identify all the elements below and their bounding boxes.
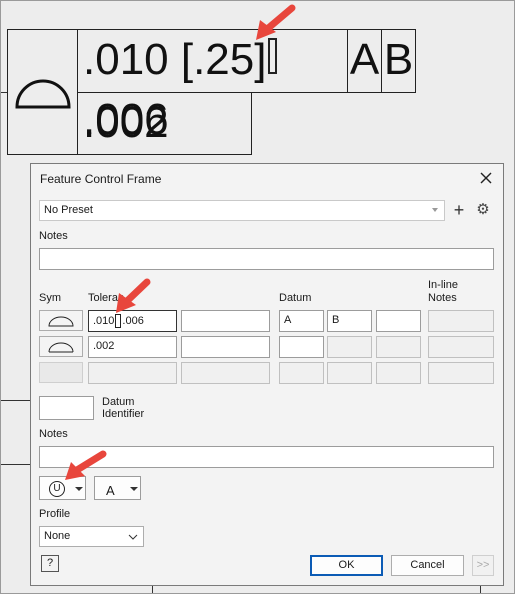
- sym-header: Sym: [39, 292, 61, 304]
- inline-notes-row2: [428, 336, 494, 358]
- profile-label: Profile: [39, 508, 71, 520]
- chevron-down-icon: [432, 208, 438, 212]
- dialog-titlebar: Feature Control Frame: [31, 164, 503, 194]
- datum-1-value: A: [284, 314, 292, 326]
- notes-bottom-label: Notes: [39, 428, 68, 440]
- circled-u-icon: U: [49, 481, 65, 497]
- datum-3-row3: [376, 362, 421, 384]
- datum-1-row3: [279, 362, 324, 384]
- profile-value: None: [44, 530, 71, 542]
- datum-a-cell: A: [347, 29, 382, 93]
- datum-a: A: [349, 35, 380, 84]
- gear-icon[interactable]: ⚙: [475, 202, 491, 218]
- datum-1-row1[interactable]: A: [279, 310, 324, 332]
- profile-of-surface-icon: [15, 79, 71, 109]
- text-cursor-box: [115, 314, 122, 328]
- chevron-down-icon: [130, 487, 138, 491]
- preset-value: No Preset: [44, 204, 93, 216]
- datum-3-row1[interactable]: [376, 310, 421, 332]
- feature-control-frame-dialog: Feature Control Frame No Preset + ⚙ Note…: [30, 163, 504, 586]
- symbol-button-row1[interactable]: [39, 310, 83, 331]
- annotation-arrow-icon: [65, 450, 107, 480]
- drawing-line: [0, 400, 30, 401]
- inline-notes-header: In-line Notes: [428, 279, 458, 304]
- datum-1-row2[interactable]: [279, 336, 324, 358]
- annotation-arrow-icon: [256, 4, 296, 40]
- add-preset-icon[interactable]: +: [452, 201, 466, 219]
- datum-3-row2: [376, 336, 421, 358]
- profile-of-surface-icon: [48, 316, 74, 327]
- inline-notes-row3: [428, 362, 494, 384]
- cancel-button[interactable]: Cancel: [391, 555, 464, 576]
- notes-top-label: Notes: [39, 230, 68, 242]
- chevron-down-icon: [75, 487, 83, 491]
- text-cursor-box: [268, 38, 278, 75]
- tolerance-1-value: .010: [93, 314, 115, 327]
- datum-2-row2: [327, 336, 372, 358]
- row2-tolerance-cell: .002 [.05]: [77, 92, 252, 207]
- tolerance-1-value-suffix: .006: [122, 314, 144, 327]
- profile-of-line-icon: [48, 342, 74, 353]
- chevron-down-icon: [128, 534, 138, 540]
- datum-2-value: B: [332, 314, 340, 326]
- row1-tolerance-cell: .010 [.25].006: [77, 29, 348, 144]
- row1-tolerance-1: .010 [.25]: [83, 35, 267, 84]
- close-icon[interactable]: [477, 169, 495, 187]
- drawing-line: [152, 586, 153, 594]
- text-style-icon: A: [106, 483, 115, 498]
- datum-2-row1[interactable]: B: [327, 310, 372, 332]
- profile-symbol-cell: [7, 29, 78, 155]
- symbol-button-row3: [39, 362, 83, 383]
- datum-b-cell: B: [381, 29, 416, 93]
- dialog-title: Feature Control Frame: [40, 172, 162, 186]
- datum-identifier-label: Datum Identifier: [102, 396, 145, 420]
- datum-header: Datum: [279, 292, 312, 304]
- ok-button[interactable]: OK: [310, 555, 383, 576]
- drawing-line: [0, 464, 30, 465]
- datum-identifier-field[interactable]: [39, 396, 94, 420]
- tolerance-2-row3: [181, 362, 270, 384]
- notes-top-field[interactable]: [39, 248, 494, 270]
- datum-2-row3: [327, 362, 372, 384]
- symbol-button-row2[interactable]: [39, 336, 83, 357]
- preset-select[interactable]: No Preset: [39, 200, 445, 221]
- tolerance-1-row2[interactable]: .002: [88, 336, 177, 358]
- drawing-line: [480, 586, 481, 594]
- inline-notes-row1: [428, 310, 494, 332]
- help-icon[interactable]: ?: [41, 555, 59, 572]
- annotation-arrow-icon: [116, 278, 151, 313]
- tolerance-1-value: .002: [93, 340, 115, 352]
- tolerance-2-row2[interactable]: [181, 336, 270, 358]
- datum-b: B: [383, 35, 414, 84]
- tolerance-2-row1[interactable]: [181, 310, 270, 332]
- more-options-button: >>: [472, 555, 494, 576]
- profile-select[interactable]: None: [39, 526, 144, 547]
- tolerance-1-row3: [88, 362, 177, 384]
